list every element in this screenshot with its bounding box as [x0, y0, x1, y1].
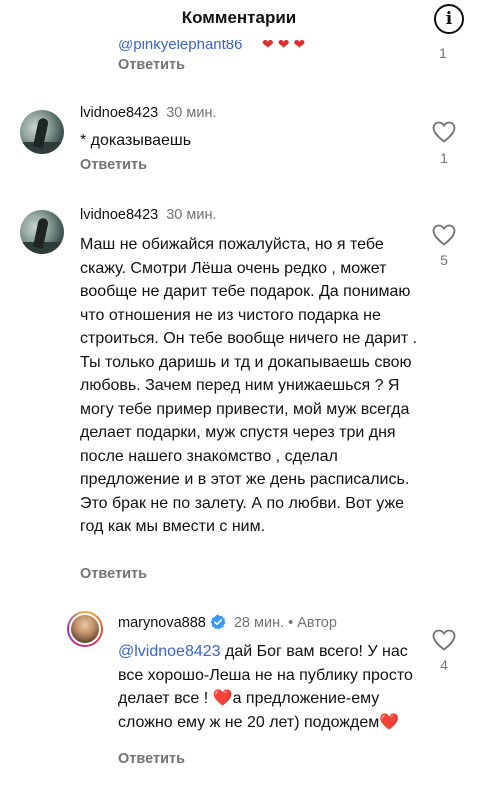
avatar[interactable] [20, 110, 64, 154]
comment-text: Маш не обижайся пожалуйста, но я тебе ск… [80, 236, 418, 535]
author-label: Автор [297, 615, 337, 631]
comment-header: lvidnoe8423 30 мин. [80, 105, 216, 121]
comments-header: Комментарии i [0, 0, 478, 40]
timestamp: 30 мин. [166, 105, 217, 121]
username[interactable]: lvidnoe8423 [80, 207, 158, 223]
heart-outline-icon[interactable] [432, 121, 456, 143]
heart-emoji: ❤️ [212, 690, 233, 707]
like-count: 1 [439, 45, 447, 61]
timestamp: 28 мин. [233, 615, 285, 631]
heart-outline-icon[interactable] [432, 629, 456, 651]
comment-header: marynova888 28 мин. • Автор [118, 614, 337, 631]
avatar[interactable] [20, 210, 64, 254]
page-title: Комментарии [181, 8, 297, 27]
comment-item: lvidnoe8423 30 мин. Маш не обижайся пожал… [0, 200, 478, 590]
avatar[interactable] [67, 611, 103, 647]
reply-button[interactable]: Ответить [80, 157, 147, 173]
reply-button[interactable]: Ответить [118, 751, 185, 767]
like-count: 1 [440, 150, 448, 166]
comment-text: * доказываешь [80, 132, 192, 149]
verified-badge-icon [210, 614, 226, 630]
comment-item: lvidnoe8423 30 мин. * доказываешь Ответит… [0, 100, 478, 190]
username[interactable]: marynova888 [118, 615, 206, 631]
like-count: 4 [440, 657, 448, 673]
mention-link[interactable]: @lvidnoe8423 [118, 643, 221, 660]
timestamp: 30 мин. [166, 207, 217, 223]
reply-button[interactable]: Ответить [80, 566, 147, 582]
comment-header: lvidnoe8423 30 мин. [80, 207, 216, 223]
comment-text: @lvidnoe8423 дай Бог вам всего! У нас вс… [118, 643, 413, 731]
reply-item: marynova888 28 мин. • Автор @lvidnoe8423… [0, 600, 478, 800]
heart-outline-icon[interactable] [432, 224, 456, 246]
separator-dot: • [288, 615, 294, 631]
heart-emoji: ❤️ [379, 713, 400, 731]
info-icon[interactable]: i [434, 4, 464, 34]
like-count: 5 [440, 252, 448, 268]
username[interactable]: lvidnoe8423 [80, 105, 158, 121]
reply-button[interactable]: Ответить [118, 57, 185, 73]
